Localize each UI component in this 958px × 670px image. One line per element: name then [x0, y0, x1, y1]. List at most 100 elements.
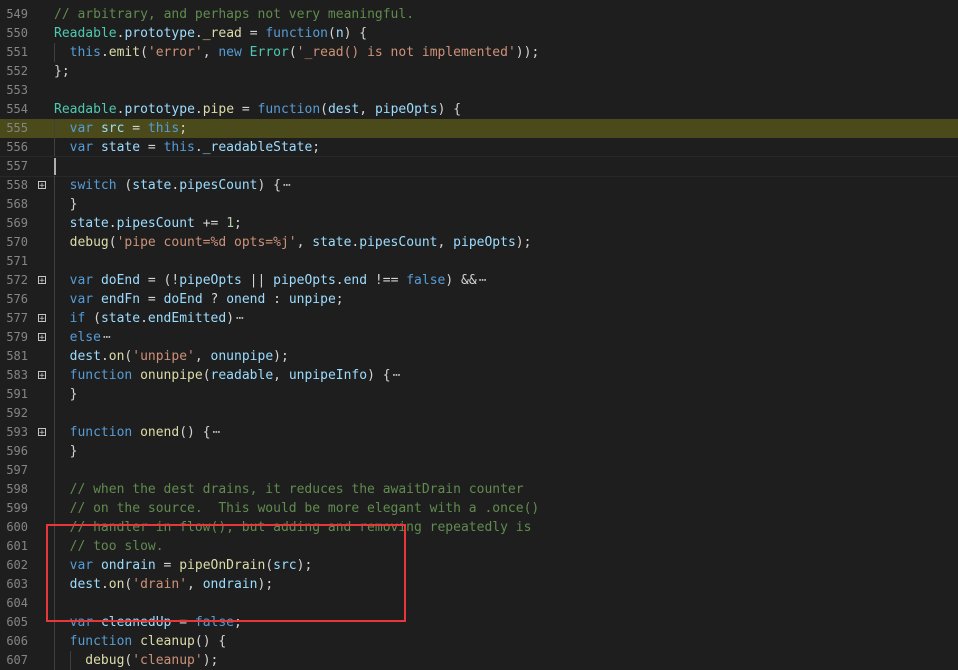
code-token: false	[406, 273, 446, 288]
code-line[interactable]: 553	[0, 81, 958, 100]
code-text: state.pipesCount += 1;	[70, 214, 242, 233]
fold-expand-icon[interactable]: +	[38, 276, 46, 286]
folded-region-ellipsis-icon[interactable]: ⋯	[236, 311, 244, 326]
code-line[interactable]: 569 state.pipesCount += 1;	[0, 214, 958, 233]
indent-guide	[54, 461, 55, 480]
code-token: var	[69, 121, 94, 136]
line-number: 576	[6, 292, 28, 306]
folded-region-ellipsis-icon[interactable]: ⋯	[213, 425, 221, 440]
code-line[interactable]: 549 // arbitrary, and perhaps not very me…	[0, 5, 958, 24]
code-token: pipesCount	[179, 178, 258, 193]
code-token: .	[194, 102, 203, 117]
code-token: () {	[179, 425, 211, 440]
code-token: ondrain	[100, 558, 156, 573]
code-token: onend	[140, 425, 180, 440]
code-line[interactable]: 555 var src = this;	[0, 119, 958, 138]
code-line[interactable]: 591}	[0, 385, 958, 404]
code-token: end	[343, 273, 368, 288]
fold-expand-icon[interactable]: +	[38, 181, 46, 191]
code-line[interactable]: 596}	[0, 442, 958, 461]
code-line[interactable]: 581 dest.on('unpipe', onunpipe);	[0, 347, 958, 366]
line-number: 569	[6, 216, 28, 230]
code-line[interactable]: 577 + if (state.endEmitted) ⋯	[0, 309, 958, 328]
folded-region-ellipsis-icon[interactable]: ⋯	[479, 273, 487, 288]
fold-expand-icon[interactable]: +	[38, 314, 46, 324]
code-line[interactable]: 604	[0, 594, 958, 613]
indent-guide	[54, 138, 55, 157]
line-number: 577	[6, 311, 28, 325]
folded-region-ellipsis-icon[interactable]: ⋯	[103, 330, 111, 345]
code-token: '_read() is not implemented'	[296, 45, 516, 60]
code-line[interactable]: 552};	[0, 62, 958, 81]
code-line[interactable]: 597	[0, 461, 958, 480]
code-line[interactable]: 571	[0, 252, 958, 271]
indent-guide	[54, 442, 55, 461]
code-token: =	[124, 121, 148, 136]
code-token: onunpipe	[140, 368, 203, 383]
code-line[interactable]: 600 // handler in flow(), but adding and …	[0, 518, 958, 537]
code-line[interactable]: 601 // too slow.	[0, 537, 958, 556]
fold-expand-icon[interactable]: +	[38, 428, 46, 438]
code-token: (	[85, 311, 101, 326]
code-token: }	[69, 444, 78, 459]
code-line[interactable]: 579 + else ⋯	[0, 328, 958, 347]
folded-region-ellipsis-icon[interactable]: ⋯	[283, 178, 291, 193]
code-line[interactable]: 568}	[0, 195, 958, 214]
code-line[interactable]: 593 + function onend() {⋯	[0, 423, 958, 442]
code-line[interactable]: 550 Readable.prototype._read = function(n…	[0, 24, 958, 43]
fold-expand-icon[interactable]: +	[38, 333, 46, 343]
code-line[interactable]: 576 var endFn = doEnd ? onend : unpipe;	[0, 290, 958, 309]
code-token: );	[515, 235, 532, 250]
line-number: 604	[6, 596, 28, 610]
code-text: var src = this;	[70, 119, 187, 138]
code-line[interactable]: 603 dest.on('drain', ondrain);	[0, 575, 958, 594]
code-line[interactable]: 557	[0, 156, 958, 177]
code-line[interactable]: 598 // when the dest drains, it reduces t…	[0, 480, 958, 499]
code-token: 'unpipe'	[132, 349, 195, 364]
code-line[interactable]: 607 debug('cleanup');	[0, 651, 958, 670]
code-line[interactable]: 602 var ondrain = pipeOnDrain(src);	[0, 556, 958, 575]
code-line[interactable]: 583 + function onunpipe(readable, unpipeIn…	[0, 366, 958, 385]
line-number: 605	[6, 615, 28, 629]
code-token: pipesCount	[359, 235, 438, 250]
line-number: 598	[6, 482, 28, 496]
code-token: 'error'	[147, 45, 203, 60]
code-line[interactable]: 599 // on the source. This would be more …	[0, 499, 958, 518]
line-number: 558	[6, 178, 28, 192]
code-line[interactable]: 570 debug('pipe count=%d opts=%j', state.…	[0, 233, 958, 252]
code-token: ;	[179, 121, 188, 136]
code-token: ) {	[257, 178, 281, 193]
line-number: 555	[6, 121, 28, 135]
code-token: onend	[226, 292, 266, 307]
code-text: var state = this._readableState;	[70, 138, 320, 157]
code-editor[interactable]: 548549// arbitrary, and perhaps not very…	[0, 0, 958, 670]
code-token: Readable	[54, 102, 117, 117]
code-line[interactable]: 551 this.emit('error', new Error('_read()…	[0, 43, 958, 62]
code-line[interactable]: 606 function cleanup() {	[0, 632, 958, 651]
code-text: if (state.endEmitted) ⋯	[70, 309, 244, 328]
code-token: Readable	[54, 26, 117, 41]
code-token: ;	[335, 292, 344, 307]
code-line[interactable]: 558 + switch (state.pipesCount) {⋯	[0, 176, 958, 195]
indent-guide	[54, 594, 55, 613]
code-text: // handler in flow(), but adding and rem…	[70, 518, 532, 537]
line-number: 568	[6, 197, 28, 211]
code-text: // too slow.	[70, 537, 164, 556]
code-line[interactable]: 572 + var doEnd = (!pipeOpts || pipeOpts.e…	[0, 271, 958, 290]
code-line[interactable]: 592	[0, 404, 958, 423]
fold-expand-icon[interactable]: +	[38, 371, 46, 381]
code-line[interactable]: 556 var state = this._readableState;	[0, 138, 958, 157]
code-line[interactable]: 605 var cleanedUp = false;	[0, 613, 958, 632]
indent-guide	[54, 385, 55, 404]
folded-region-ellipsis-icon[interactable]: ⋯	[393, 368, 401, 383]
code-token: (	[320, 102, 328, 117]
code-line[interactable]: 554 Readable.prototype.pipe = function(de…	[0, 100, 958, 119]
code-token: pipesCount	[116, 216, 195, 231]
code-token: .	[194, 140, 203, 155]
indent-guide	[54, 537, 55, 556]
code-token: var	[69, 558, 94, 573]
